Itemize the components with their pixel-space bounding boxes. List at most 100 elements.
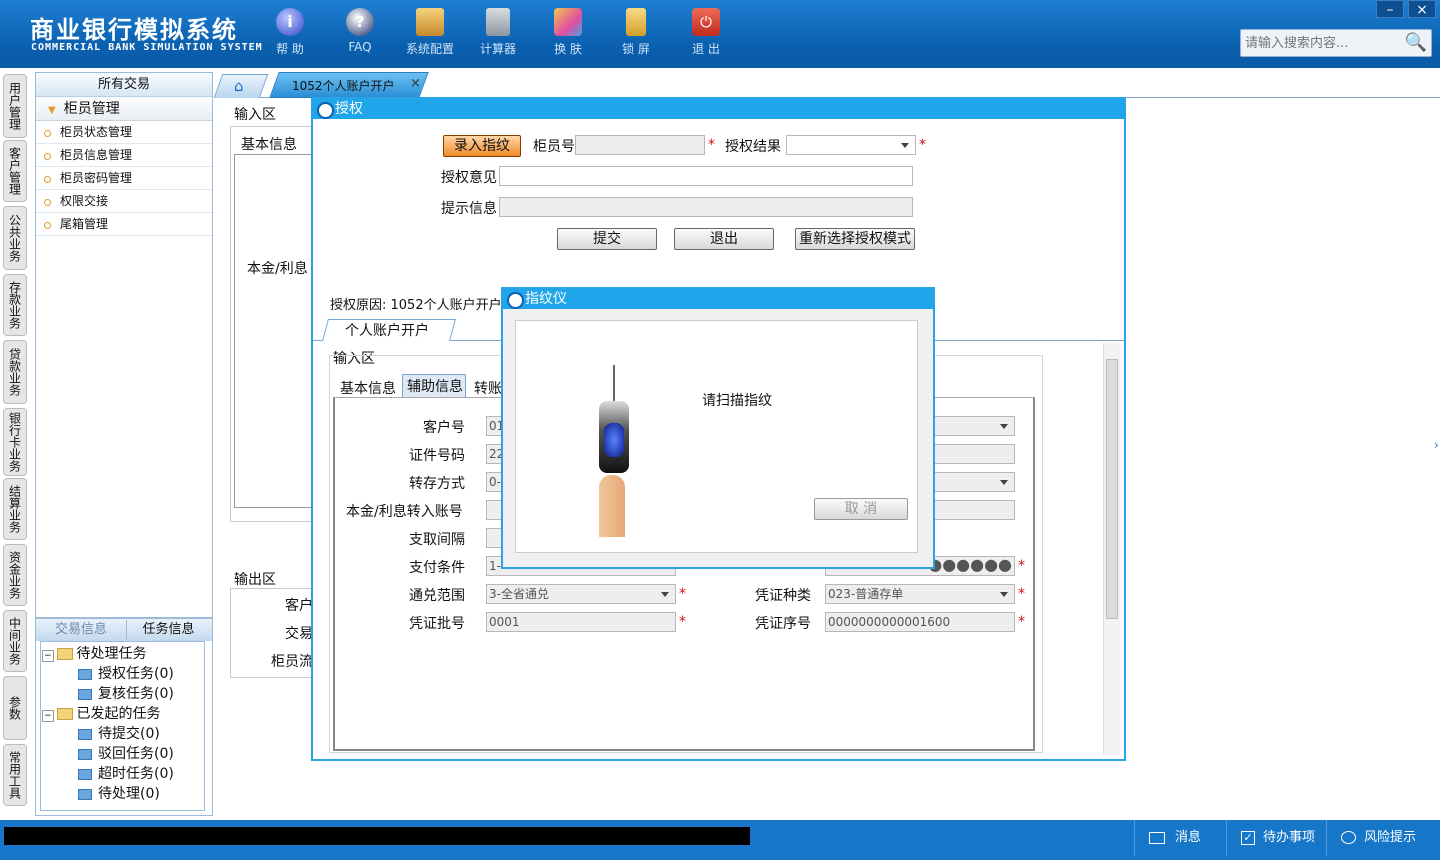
tab-transfer[interactable]: 转账 bbox=[474, 378, 502, 398]
chat-icon bbox=[1341, 831, 1356, 844]
sidebar-group-label: 柜员管理 bbox=[63, 101, 120, 117]
cancel-button[interactable]: 取 消 bbox=[814, 498, 908, 520]
tree-to-process[interactable]: 待处理(0) bbox=[78, 783, 160, 803]
required-mark: * bbox=[679, 586, 686, 602]
batch-field[interactable]: 0001 bbox=[486, 612, 676, 632]
nav-customer-mgmt[interactable]: 客户管理 bbox=[3, 140, 27, 202]
auth-result-select[interactable] bbox=[786, 135, 916, 155]
reselect-mode-button[interactable]: 重新选择授权模式 bbox=[795, 228, 915, 250]
sidebar-item-permission-handover[interactable]: 权限交接 bbox=[36, 190, 212, 213]
bg-principal-label: 本金/利息 bbox=[247, 261, 308, 277]
opinion-input[interactable] bbox=[499, 166, 913, 186]
auth-dialog-title: 授权 bbox=[313, 99, 1124, 119]
tree-pending[interactable]: − 待处理任务 bbox=[42, 643, 147, 663]
config-label: 系统配置 bbox=[405, 42, 454, 56]
exit-label: 退 出 bbox=[692, 42, 720, 56]
record-fingerprint-button[interactable]: 录入指纹 bbox=[443, 135, 521, 157]
search-icon[interactable]: 🔍 bbox=[1405, 32, 1427, 53]
range-label: 通兑范围 bbox=[409, 588, 465, 604]
fingerprint-scanner-icon bbox=[599, 401, 629, 473]
nav-middle-biz[interactable]: 中间业务 bbox=[3, 610, 27, 672]
tree-pending-label: 待处理任务 bbox=[76, 646, 147, 662]
app-subtitle: COMMERCIAL BANK SIMULATION SYSTEM bbox=[31, 42, 263, 53]
faq-label: FAQ bbox=[348, 40, 372, 54]
folder-icon bbox=[56, 648, 73, 660]
nav-loan-biz[interactable]: 贷款业务 bbox=[3, 340, 27, 404]
calculator-button[interactable]: 计算器 bbox=[466, 8, 530, 57]
tree-initiated[interactable]: − 已发起的任务 bbox=[42, 703, 161, 723]
bg-tab-basic[interactable]: 基本信息 bbox=[241, 134, 297, 154]
fingerprint-dialog: 指纹仪 请扫描指纹 取 消 bbox=[501, 287, 935, 569]
help-label: 帮 助 bbox=[276, 42, 304, 56]
nav-tools[interactable]: 常用工具 bbox=[3, 744, 27, 806]
sidebar-item-tail-box[interactable]: 尾箱管理 bbox=[36, 213, 212, 236]
nav-fund-biz[interactable]: 资金业务 bbox=[3, 544, 27, 606]
home-icon: ⌂ bbox=[234, 77, 244, 95]
lock-button[interactable]: 锁 屏 bbox=[604, 8, 668, 57]
help-icon: ? bbox=[346, 8, 374, 36]
task-panel: 交易信息 任务信息 − 待处理任务 授权任务(0) 复核任务(0) − 已发起的任务… bbox=[35, 618, 213, 816]
fingerprint-dialog-title: 指纹仪 bbox=[503, 289, 933, 309]
search-input[interactable] bbox=[1241, 30, 1401, 56]
nav-user-mgmt[interactable]: 用户管理 bbox=[3, 74, 27, 138]
nav-settle-biz[interactable]: 结算业务 bbox=[3, 478, 27, 540]
info-icon: i bbox=[276, 8, 304, 36]
hint-label: 提示信息 bbox=[441, 201, 497, 217]
scrollbar-thumb[interactable] bbox=[1106, 359, 1118, 619]
transfer-mode-label: 转存方式 bbox=[409, 476, 465, 492]
tab-task-info[interactable]: 任务信息 bbox=[126, 620, 210, 640]
nav-card-biz[interactable]: 银行卡业务 bbox=[3, 408, 27, 476]
risk-button[interactable]: 风险提示 bbox=[1326, 820, 1436, 856]
help-button[interactable]: i 帮 助 bbox=[258, 8, 322, 57]
collapse-arrow-icon[interactable]: › bbox=[1434, 438, 1439, 452]
tree-rejected[interactable]: 驳回任务(0) bbox=[78, 743, 174, 763]
sidebar-item-teller-password[interactable]: 柜员密码管理 bbox=[36, 167, 212, 190]
pay-cond-label: 支付条件 bbox=[409, 560, 465, 576]
bg-customer-label: 客户 bbox=[285, 598, 313, 614]
submit-button[interactable]: 提交 bbox=[557, 228, 657, 250]
bg-trans-label: 交易 bbox=[285, 626, 313, 642]
tab-close-icon[interactable]: × bbox=[410, 76, 421, 91]
vertical-nav: 用户管理 客户管理 公共业务 存款业务 贷款业务 银行卡业务 结算业务 资金业务… bbox=[0, 68, 30, 820]
auth-reason: 授权原因: 1052个人账户开户 bbox=[330, 298, 502, 313]
skin-button[interactable]: 换 肤 bbox=[536, 8, 600, 57]
teller-no-field[interactable] bbox=[575, 135, 705, 155]
search-box: 🔍 bbox=[1240, 29, 1432, 57]
nav-public-biz[interactable]: 公共业务 bbox=[3, 206, 27, 270]
messages-label: 消息 bbox=[1175, 830, 1202, 845]
power-icon: ⏻ bbox=[692, 8, 720, 36]
opinion-label: 授权意见 bbox=[441, 170, 497, 186]
config-button[interactable]: 系统配置 bbox=[398, 8, 462, 57]
exit-button[interactable]: ⏻ 退 出 bbox=[674, 8, 738, 57]
app-title: 商业银行模拟系统 bbox=[30, 16, 238, 44]
skin-label: 换 肤 bbox=[554, 42, 582, 56]
voucher-type-select[interactable]: 023-普通存单 bbox=[825, 584, 1015, 604]
sidebar-item-teller-info[interactable]: 柜员信息管理 bbox=[36, 144, 212, 167]
range-select[interactable]: 3-全省通兑 bbox=[486, 584, 676, 604]
tree-review-tasks[interactable]: 复核任务(0) bbox=[78, 683, 174, 703]
messages-button[interactable]: 消息 bbox=[1134, 820, 1226, 856]
skin-icon bbox=[554, 8, 582, 36]
tab-basic-info[interactable]: 基本信息 bbox=[340, 378, 396, 398]
tree-auth-tasks[interactable]: 授权任务(0) bbox=[78, 663, 174, 683]
sidebar-item-teller-status[interactable]: 柜员状态管理 bbox=[36, 121, 212, 144]
tree-review-label: 复核任务(0) bbox=[98, 686, 174, 702]
required-mark: * bbox=[919, 137, 926, 153]
tree-to-submit[interactable]: 待提交(0) bbox=[78, 723, 160, 743]
voucher-seq-field[interactable]: 0000000000001600 bbox=[825, 612, 1015, 632]
tree-auth-label: 授权任务(0) bbox=[98, 666, 174, 682]
close-window-button[interactable]: × bbox=[1408, 0, 1436, 18]
status-message-area bbox=[4, 827, 750, 845]
dialog-scrollbar[interactable] bbox=[1103, 343, 1120, 755]
risk-label: 风险提示 bbox=[1364, 830, 1417, 845]
todo-button[interactable]: ✓ 待办事项 bbox=[1226, 820, 1326, 856]
tree-timeout[interactable]: 超时任务(0) bbox=[78, 763, 174, 783]
id-no-label: 证件号码 bbox=[409, 448, 465, 464]
nav-params[interactable]: 参数 bbox=[3, 676, 27, 740]
minimize-button[interactable]: – bbox=[1376, 0, 1404, 18]
exit-dialog-button[interactable]: 退出 bbox=[674, 228, 774, 250]
nav-deposit-biz[interactable]: 存款业务 bbox=[3, 274, 27, 336]
sidebar-group-teller[interactable]: ▼ 柜员管理 bbox=[36, 97, 212, 121]
faq-button[interactable]: ? FAQ bbox=[328, 8, 392, 54]
tab-transaction-info[interactable]: 交易信息 bbox=[38, 620, 124, 640]
